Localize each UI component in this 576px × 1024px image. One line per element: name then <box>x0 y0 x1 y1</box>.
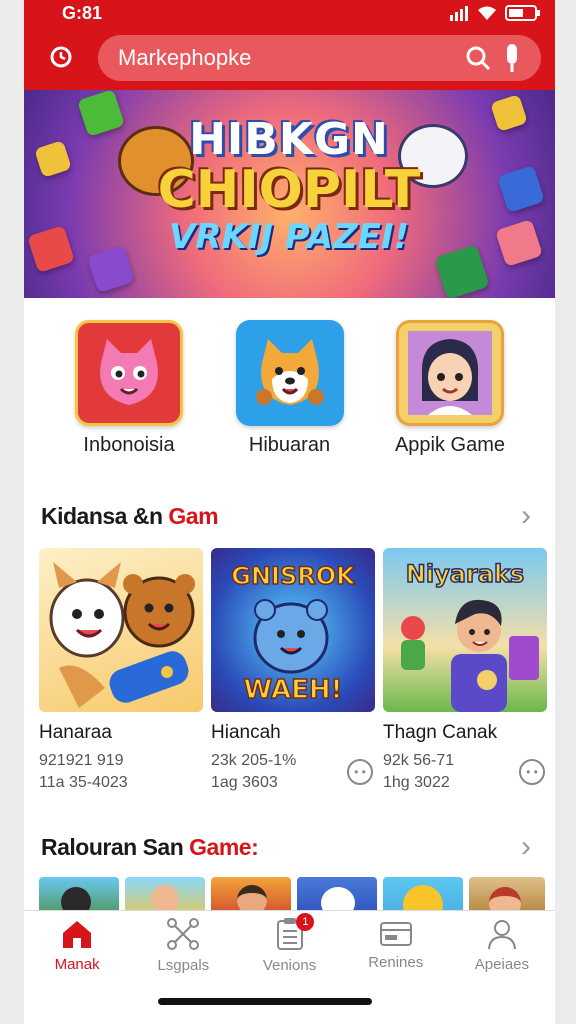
scan-button[interactable] <box>38 34 86 82</box>
home-icon <box>63 921 92 948</box>
quick-item-inbonoisia[interactable]: Inbonoisia <box>54 320 204 496</box>
dice-block-decoration <box>490 94 528 132</box>
app-screen: G:81 HIBKGN <box>24 0 555 1024</box>
microphone-icon <box>507 44 517 72</box>
tab-renines[interactable]: Renines <box>343 911 449 980</box>
search-button[interactable] <box>461 41 495 75</box>
more-options-icon[interactable]: • • <box>347 759 373 786</box>
search-bar[interactable] <box>98 35 541 81</box>
status-time: G:81 <box>62 2 103 23</box>
quick-item-appik-game[interactable]: Appik Game <box>375 320 525 496</box>
tab-lsgpals[interactable]: Lsgpals <box>130 911 236 980</box>
search-input[interactable] <box>118 45 461 71</box>
pink-cat-icon <box>75 320 183 426</box>
dice-block-decoration <box>77 90 125 137</box>
dice-block-decoration <box>34 140 72 178</box>
shiba-dog-icon <box>235 320 344 426</box>
game-card-list: Hanaraa 921921 919 11a 35-4023 GNISROK WA… <box>24 548 555 793</box>
card-icon <box>379 922 412 946</box>
game-card-meta: 921921 919 11a 35-4023 <box>39 752 128 791</box>
tab-label: Manak <box>54 956 100 973</box>
quick-item-label: Appik Game <box>394 434 506 456</box>
home-indicator[interactable] <box>158 998 372 1005</box>
game-card-title: Hiancah <box>211 722 281 743</box>
quick-item-hibuaran[interactable]: Hibuaran <box>215 320 365 496</box>
tab-label: Apeiaes <box>474 956 530 973</box>
dice-block-decoration <box>497 165 545 213</box>
section-header-kidansa: Kidansa &n Gam › <box>24 496 555 536</box>
svg-text:GNISROK: GNISROK <box>231 562 356 590</box>
game-card[interactable]: GNISROK WAEH! Hiancah 23k 205-1% 1ag 3603… <box>211 548 375 793</box>
status-bar: G:81 <box>24 0 555 26</box>
game-card-title: Hanaraa <box>39 722 112 743</box>
notification-badge: 1 <box>296 913 315 931</box>
section-title: Ralouran San Game: <box>41 833 259 860</box>
user-icon <box>487 920 516 950</box>
game-card-image: Niyaraks <box>383 548 547 712</box>
scan-icon <box>50 46 72 68</box>
tab-label: Lsgpals <box>157 957 210 974</box>
svg-text:WAEH!: WAEH! <box>243 675 342 705</box>
game-card-image <box>39 548 203 712</box>
quick-categories: Inbonoisia Hibuaran Appik Game <box>24 298 555 496</box>
promo-banner[interactable]: HIBKGN CHIOPILT VRKIJ PAZEI! <box>24 90 555 298</box>
chevron-right-icon[interactable]: › <box>511 830 541 864</box>
dice-block-decoration <box>87 245 135 293</box>
svg-text:Niyaraks: Niyaraks <box>406 560 524 588</box>
game-card[interactable]: Hanaraa 921921 919 11a 35-4023 <box>39 548 203 793</box>
app-header <box>24 26 555 90</box>
chevron-right-icon[interactable]: › <box>511 499 541 533</box>
tab-label: Renines <box>368 954 424 971</box>
tab-apeiaes[interactable]: Apeiaes <box>449 911 555 980</box>
bottom-tab-bar: Manak Lsgpals 1 Venions Renines Apeiaes <box>24 910 555 980</box>
tab-venions[interactable]: 1 Venions <box>236 911 342 980</box>
game-card[interactable]: Niyaraks Thagn Canak 92k 56-71 1hg 3022 … <box>383 548 547 793</box>
banner-title: HIBKGN CHIOPILT VRKIJ PAZEI! <box>157 114 421 257</box>
girl-avatar-icon <box>396 320 504 426</box>
dice-block-decoration <box>495 219 543 267</box>
quick-item-label: Hibuaran <box>248 434 331 456</box>
game-card-image: GNISROK WAEH! <box>211 548 375 712</box>
tab-manak[interactable]: Manak <box>24 911 130 980</box>
dice-block-decoration <box>27 225 75 273</box>
wifi-icon <box>478 6 496 20</box>
more-options-icon[interactable]: • • <box>519 759 545 786</box>
search-icon <box>466 46 491 71</box>
signal-icon <box>450 6 468 21</box>
section-title: Kidansa &n Gam <box>41 502 219 529</box>
voice-search-button[interactable] <box>495 41 529 75</box>
section-header-ralouran: Ralouran San Game: › <box>24 827 555 867</box>
quick-item-label: Inbonoisia <box>83 434 175 456</box>
network-icon <box>167 918 200 950</box>
tab-label: Venions <box>262 957 317 974</box>
game-card-title: Thagn Canak <box>383 722 498 743</box>
battery-icon <box>505 5 540 21</box>
